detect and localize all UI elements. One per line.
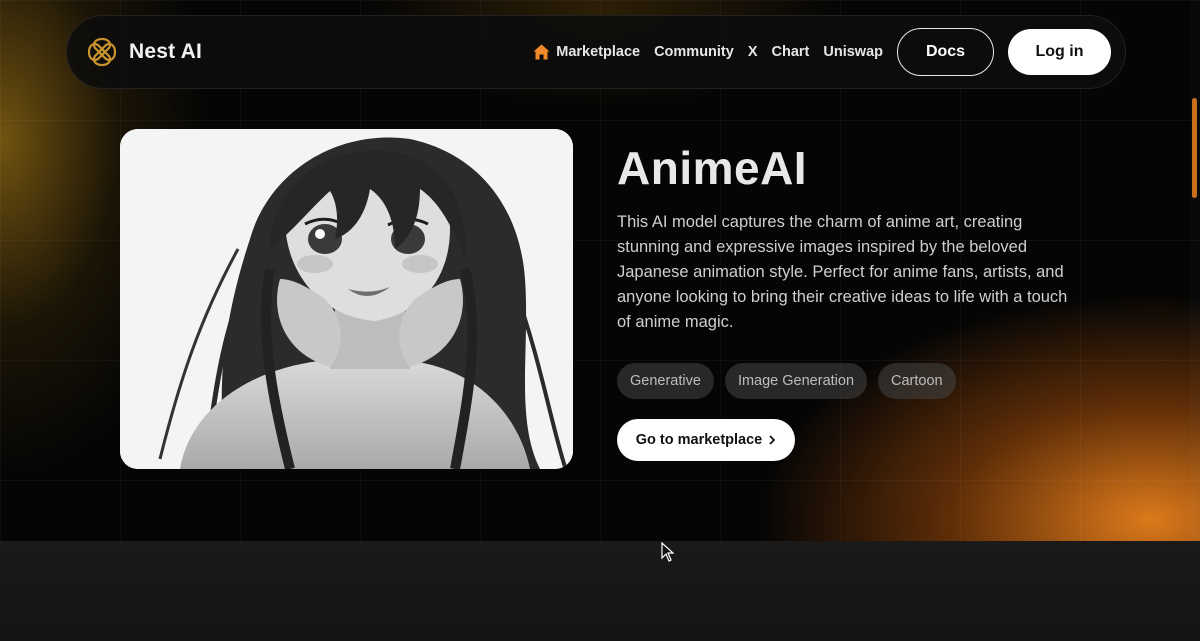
- nav-link-uniswap[interactable]: Uniswap: [823, 44, 883, 60]
- product-title: AnimeAI: [617, 142, 808, 194]
- tag-cartoon[interactable]: Cartoon: [878, 363, 956, 399]
- nest-logo-icon: [87, 37, 117, 67]
- go-to-marketplace-label: Go to marketplace: [635, 432, 763, 448]
- product-content: AnimeAI This AI model captures the charm…: [617, 140, 1087, 461]
- anime-girl-illustration: [120, 129, 573, 469]
- login-button[interactable]: Log in: [1008, 29, 1111, 75]
- go-to-marketplace-button[interactable]: Go to marketplace: [617, 419, 795, 461]
- nav-link-label: Marketplace: [556, 44, 641, 60]
- nav-links: Marketplace Community X Chart Uniswap: [533, 44, 883, 60]
- nav-link-marketplace[interactable]: Marketplace: [533, 44, 640, 60]
- nav-link-label: Chart: [771, 44, 810, 60]
- docs-button[interactable]: Docs: [897, 28, 994, 76]
- nav-link-label: X: [747, 44, 758, 60]
- next-section: [0, 541, 1200, 641]
- scrollbar-track[interactable]: [1190, 0, 1200, 541]
- scrollbar-thumb[interactable]: [1192, 98, 1197, 198]
- brand-name: Nest AI: [129, 40, 202, 63]
- navbar: Nest AI Marketplace Community X Chart Un…: [66, 15, 1126, 89]
- tag-list: Generative Image Generation Cartoon: [617, 363, 1087, 399]
- nav-link-community[interactable]: Community: [654, 44, 734, 60]
- product-description: This AI model captures the charm of anim…: [617, 213, 1068, 331]
- product-image: [120, 129, 573, 469]
- tag-image-generation[interactable]: Image Generation: [724, 363, 868, 399]
- tag-generative[interactable]: Generative: [617, 363, 714, 399]
- brand[interactable]: Nest AI: [85, 35, 202, 69]
- home-icon: [533, 44, 550, 60]
- nav-link-chart[interactable]: Chart: [772, 44, 810, 60]
- nav-link-x[interactable]: X: [748, 44, 758, 60]
- hero-section: Nest AI Marketplace Community X Chart Un…: [0, 0, 1200, 541]
- chevron-right-icon: [769, 435, 776, 445]
- mouse-cursor-icon: [661, 542, 675, 562]
- nav-link-label: Uniswap: [823, 44, 883, 60]
- nav-link-label: Community: [654, 44, 734, 60]
